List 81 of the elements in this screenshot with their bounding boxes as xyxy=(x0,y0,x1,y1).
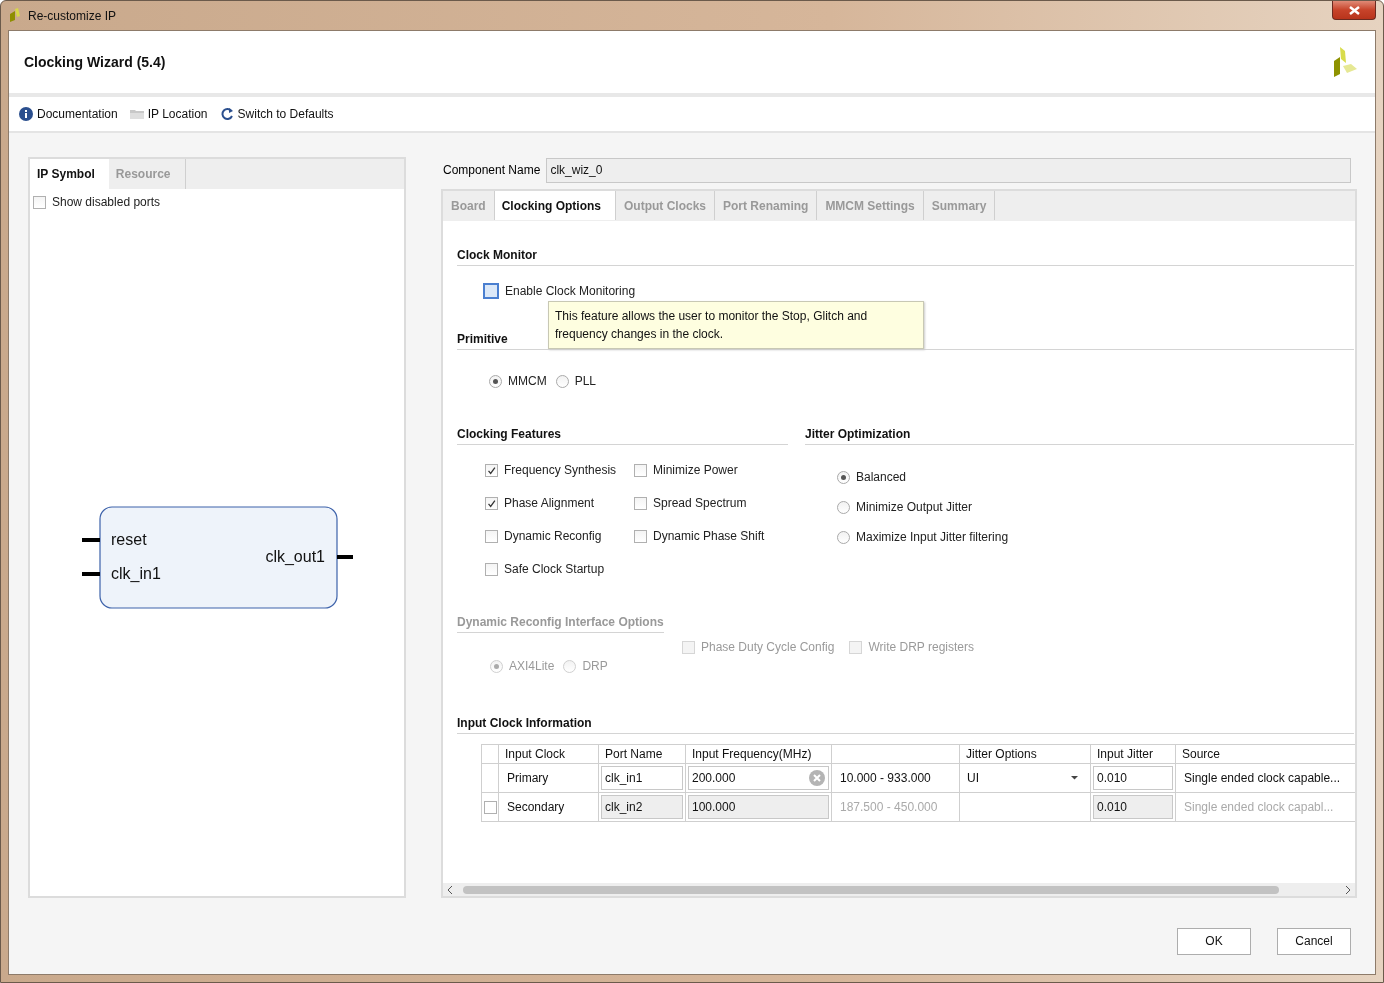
column-header: Source xyxy=(1175,744,1355,764)
section-title: Input Clock Information xyxy=(457,716,1354,734)
checkbox-label: Phase Duty Cycle Config xyxy=(701,640,835,654)
column-header: Input Clock xyxy=(498,744,599,764)
section-title: Jitter Optimization xyxy=(805,427,1354,445)
checkbox-label: Enable Clock Monitoring xyxy=(505,284,636,298)
checkbox[interactable] xyxy=(33,195,46,209)
table-cell: 187.500 - 450.000 xyxy=(840,800,938,814)
scroll-left-icon[interactable] xyxy=(447,885,453,894)
info-icon xyxy=(19,107,33,121)
folder-icon xyxy=(129,107,144,121)
checkbox-label: Write DRP registers xyxy=(868,640,974,654)
checkbox-label: Frequency Synthesis xyxy=(504,463,617,477)
app-logo-icon xyxy=(8,8,22,23)
radio-label: Maximize Input Jitter filtering xyxy=(856,530,1009,544)
refresh-icon xyxy=(219,107,234,121)
checkbox[interactable] xyxy=(484,801,497,815)
checkbox-label: Dynamic Phase Shift xyxy=(653,529,765,543)
port-label: clk_in1 xyxy=(111,564,161,582)
checkbox[interactable] xyxy=(485,529,498,543)
toolbar-button[interactable]: IP Location xyxy=(129,107,208,121)
panel-tab[interactable]: IP Symbol xyxy=(30,159,109,189)
radio-button[interactable] xyxy=(837,530,850,544)
close-button[interactable] xyxy=(1332,1,1376,20)
tab[interactable]: Clocking Options xyxy=(494,191,616,220)
port-name-field[interactable]: clk_in1 xyxy=(601,766,683,790)
frequency-field[interactable]: 100.000 xyxy=(688,795,829,819)
input-jitter-field[interactable]: 0.010 xyxy=(1093,766,1173,790)
checkbox-label: Phase Alignment xyxy=(504,496,595,510)
dialog-button[interactable]: OK xyxy=(1177,927,1251,955)
radio-label: Minimize Output Jitter xyxy=(856,500,973,514)
section-title: Clocking Features xyxy=(457,427,788,445)
port-label: reset xyxy=(111,530,147,548)
table-cell: Primary xyxy=(507,771,549,785)
checkbox[interactable] xyxy=(485,496,498,510)
checkbox-label: Dynamic Reconfig xyxy=(504,529,602,543)
close-icon xyxy=(1347,4,1361,16)
column-header: Input Jitter xyxy=(1090,744,1176,764)
radio-button[interactable] xyxy=(489,374,502,388)
radio-button[interactable] xyxy=(837,500,850,514)
checkbox[interactable] xyxy=(634,529,647,543)
frequency-field[interactable]: 200.000 xyxy=(688,766,829,790)
checkbox[interactable] xyxy=(634,496,647,510)
window-title: Re-customize IP xyxy=(28,8,117,23)
port-name-field[interactable]: clk_in2 xyxy=(601,795,683,819)
dialog-button[interactable]: Cancel xyxy=(1277,927,1351,955)
radio-label: MMCM xyxy=(508,374,547,388)
radio-label: PLL xyxy=(574,374,596,388)
checkbox[interactable] xyxy=(483,283,499,299)
toolbar-button[interactable]: Documentation xyxy=(19,107,118,121)
clear-icon[interactable] xyxy=(809,770,825,786)
table-cell: Single ended clock capabl... xyxy=(1184,800,1334,814)
dialog-title: Clocking Wizard (5.4) xyxy=(24,54,166,70)
section-title: Dynamic Reconfig Interface Options xyxy=(457,615,664,633)
field-label: Component Name xyxy=(443,163,541,177)
checkbox[interactable] xyxy=(485,463,498,477)
checkbox-label: Show disabled ports xyxy=(52,195,161,209)
radio-label: DRP xyxy=(582,659,608,673)
radio-button[interactable] xyxy=(555,374,569,388)
column-header: Input Frequency(MHz) xyxy=(685,744,832,764)
table-cell: Secondary xyxy=(507,800,565,814)
component-name-field[interactable]: clk_wiz_0 xyxy=(546,157,1352,183)
input-jitter-field[interactable]: 0.010 xyxy=(1093,795,1173,819)
checkbox[interactable] xyxy=(634,463,647,477)
checkbox-label: Safe Clock Startup xyxy=(504,562,605,576)
tooltip: This feature allows the user to monitor the Stop, Glitch and frequency changes in the clock. xyxy=(548,301,924,349)
checkbox-label: Minimize Power xyxy=(653,463,738,477)
toolbar-button[interactable]: Switch to Defaults xyxy=(219,107,334,121)
port-label: clk_out1 xyxy=(265,547,325,565)
radio-label: Balanced xyxy=(856,470,907,484)
checkbox[interactable] xyxy=(485,562,498,576)
radio-button[interactable] xyxy=(837,470,850,484)
column-header: Port Name xyxy=(598,744,686,764)
table-cell: 10.000 - 933.000 xyxy=(840,771,931,785)
table-cell: Single ended clock capable... xyxy=(1184,771,1341,785)
radio-label: AXI4Lite xyxy=(509,659,555,673)
caret-icon xyxy=(1071,776,1078,780)
section-title: Clock Monitor xyxy=(457,248,1354,266)
checkbox-label: Spread Spectrum xyxy=(653,496,747,510)
scroll-right-icon[interactable] xyxy=(1345,885,1351,894)
column-header: Jitter Options xyxy=(959,744,1091,764)
